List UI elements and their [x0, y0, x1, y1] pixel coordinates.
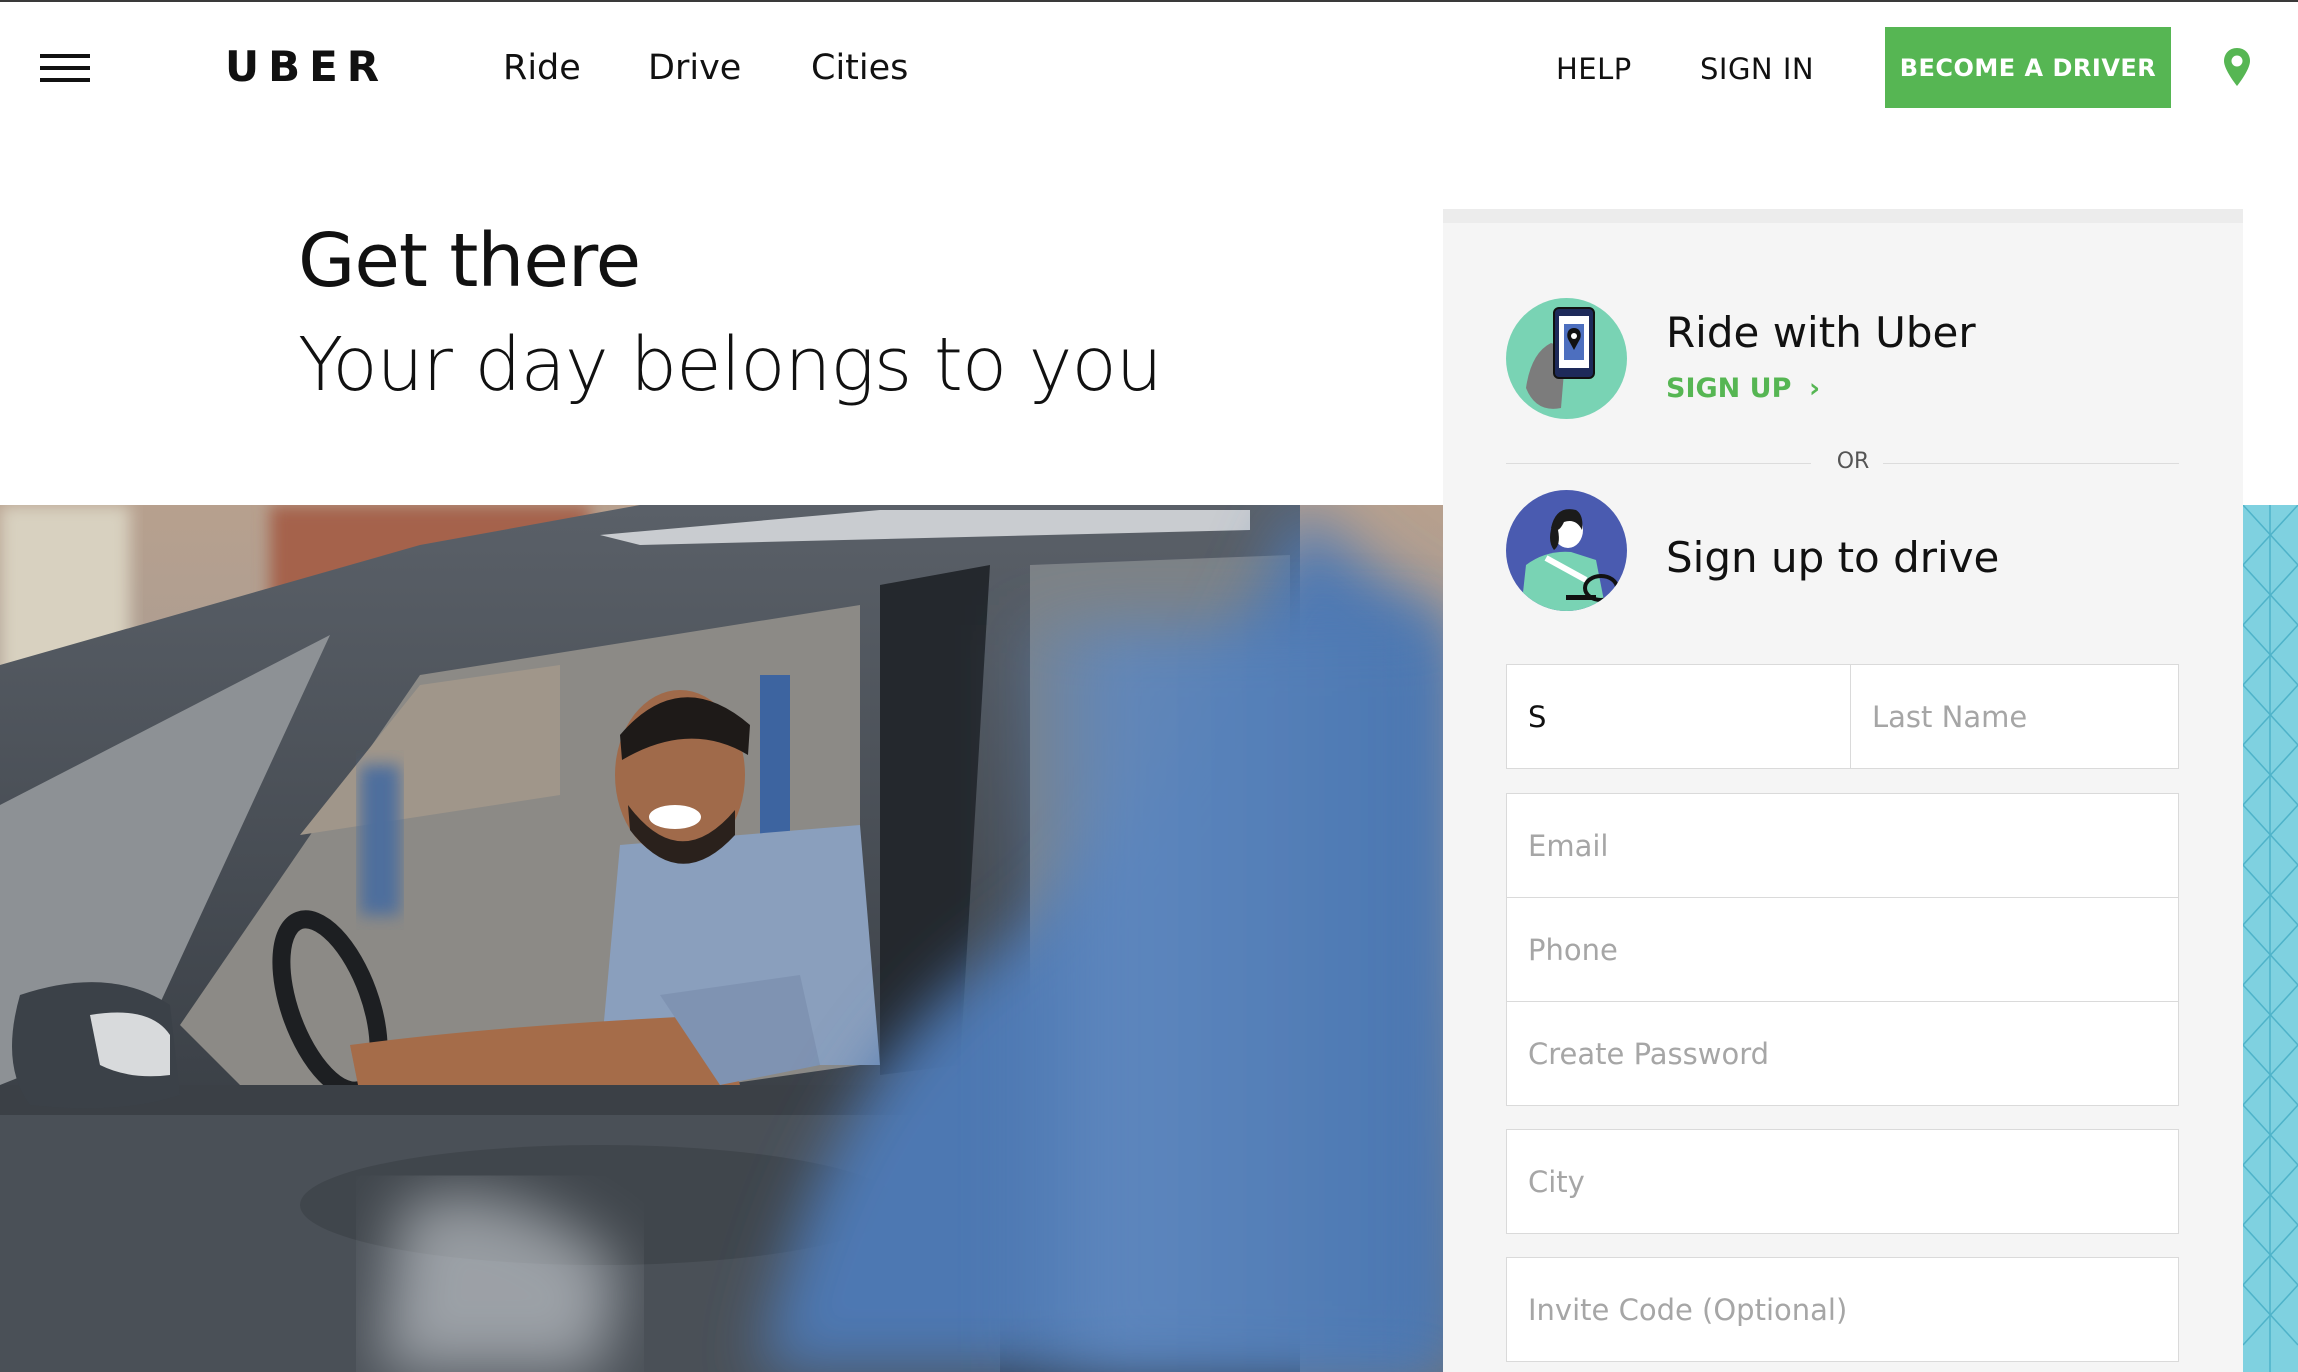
site-header: UBER Ride Drive Cities HELP SIGN IN BECO…	[0, 2, 2298, 136]
decorative-pattern	[2243, 505, 2298, 1372]
city-field[interactable]	[1506, 1129, 2179, 1234]
last-name-field[interactable]	[1850, 664, 2179, 769]
or-separator: OR	[1836, 449, 1870, 474]
sign-in-link[interactable]: SIGN IN	[1700, 52, 1814, 86]
ride-with-uber-title: Ride with Uber	[1666, 308, 1976, 357]
help-link[interactable]: HELP	[1556, 52, 1632, 86]
first-name-field[interactable]	[1506, 664, 1851, 769]
sign-up-to-drive-title: Sign up to drive	[1666, 533, 2000, 582]
email-field[interactable]	[1506, 793, 2179, 898]
driver-at-wheel-icon	[1506, 490, 1627, 611]
become-a-driver-button[interactable]: BECOME A DRIVER	[1885, 27, 2171, 108]
nav-ride[interactable]: Ride	[503, 48, 581, 88]
hero-photo-driver-in-car	[0, 505, 1443, 1372]
hamburger-icon[interactable]	[40, 54, 90, 84]
phone-in-hand-icon	[1506, 298, 1627, 419]
phone-field[interactable]	[1506, 897, 2179, 1002]
hero-subheadline: Your day belongs to you	[298, 322, 1163, 408]
uber-logo[interactable]: UBER	[225, 42, 388, 91]
divider-right	[1883, 463, 2179, 464]
divider-left	[1506, 463, 1811, 464]
create-password-field[interactable]	[1506, 1001, 2179, 1106]
signup-panel: Ride with Uber SIGN UP › OR Sign up to d…	[1443, 209, 2243, 1372]
chevron-right-icon[interactable]: ›	[1809, 373, 1820, 404]
rider-sign-up-link[interactable]: SIGN UP	[1666, 373, 1791, 404]
hero-headline: Get there	[298, 218, 641, 304]
nav-drive[interactable]: Drive	[648, 48, 741, 88]
map-pin-icon[interactable]	[2222, 46, 2252, 88]
nav-cities[interactable]: Cities	[811, 48, 908, 88]
invite-code-field[interactable]	[1506, 1257, 2179, 1362]
